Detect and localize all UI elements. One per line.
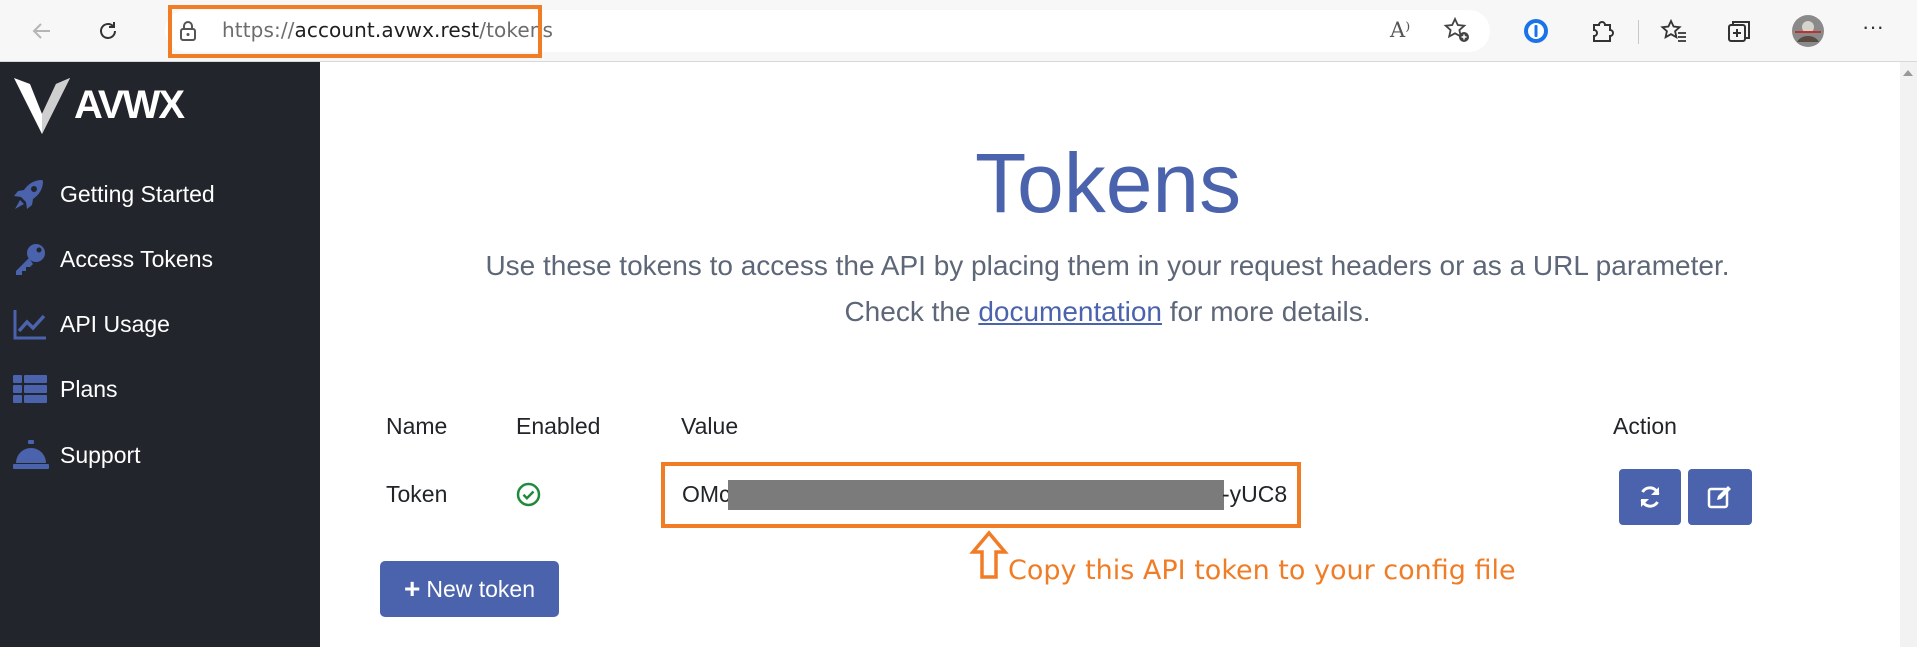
enabled-check-icon bbox=[516, 482, 541, 507]
avwx-logo[interactable]: AVWX bbox=[12, 70, 192, 149]
extensions-icon[interactable] bbox=[1588, 17, 1616, 45]
page-title: Tokens bbox=[975, 136, 1242, 230]
rocket-icon bbox=[12, 176, 52, 212]
description-text: Check the bbox=[844, 296, 979, 327]
sidebar-item-support[interactable]: Support bbox=[12, 435, 141, 475]
sidebar-item-getting-started[interactable]: Getting Started bbox=[12, 174, 215, 214]
logo-text: AVWX bbox=[74, 83, 185, 127]
plus-icon: + bbox=[403, 573, 421, 604]
back-button[interactable] bbox=[24, 13, 60, 49]
sidebar-item-label: Plans bbox=[60, 375, 118, 402]
arrow-up-icon bbox=[969, 530, 1009, 579]
scroll-up-arrow[interactable] bbox=[1903, 70, 1913, 76]
refresh-icon bbox=[100, 22, 116, 39]
toolbar-separator bbox=[1638, 20, 1639, 44]
sidebar: AVWX Getting Started Access Tokens API U… bbox=[0, 62, 320, 647]
sync-icon bbox=[1640, 486, 1660, 508]
token-name: Token bbox=[386, 481, 448, 507]
list-icon bbox=[12, 371, 52, 407]
edit-icon bbox=[1707, 486, 1731, 509]
avwx-logo-icon: AVWX bbox=[14, 78, 187, 134]
page-description: Use these tokens to access the API by pl… bbox=[485, 250, 1730, 281]
sidebar-item-plans[interactable]: Plans bbox=[12, 369, 118, 409]
password-manager-icon[interactable] bbox=[1522, 17, 1550, 45]
token-value-start[interactable]: OMc bbox=[682, 481, 731, 508]
read-aloud-icon[interactable]: A⁾ bbox=[1390, 18, 1410, 42]
profile-avatar-icon[interactable] bbox=[1791, 14, 1825, 48]
page-description-links: Check the documentation for more details… bbox=[0, 296, 1917, 328]
column-header-value: Value bbox=[681, 413, 739, 439]
page-scrollbar[interactable] bbox=[1900, 62, 1917, 647]
description-text: for more details. bbox=[1162, 296, 1371, 327]
column-header-enabled: Enabled bbox=[516, 413, 601, 439]
favorites-icon[interactable] bbox=[1660, 17, 1688, 45]
browser-toolbar: https://account.avwx.rest/tokens A⁾ ··· bbox=[0, 0, 1917, 62]
collections-icon[interactable] bbox=[1725, 17, 1753, 45]
sidebar-item-label: Support bbox=[60, 441, 141, 468]
url-highlight-box bbox=[168, 5, 542, 58]
new-token-button[interactable]: + New token bbox=[380, 561, 559, 617]
refresh-button[interactable] bbox=[90, 13, 126, 49]
refresh-token-button[interactable] bbox=[1619, 469, 1681, 525]
favorite-add-icon[interactable] bbox=[1443, 16, 1471, 44]
documentation-link[interactable]: documentation bbox=[978, 296, 1162, 327]
column-header-action: Action bbox=[1613, 413, 1677, 439]
sidebar-item-label: Getting Started bbox=[60, 180, 215, 207]
annotation-text: Copy this API token to your config file bbox=[1008, 555, 1516, 586]
token-value-redaction bbox=[728, 480, 1224, 510]
token-value-end[interactable]: -yUC8 bbox=[1222, 481, 1287, 508]
edit-token-button[interactable] bbox=[1688, 469, 1752, 525]
concierge-bell-icon bbox=[12, 437, 52, 473]
more-menu-icon[interactable]: ··· bbox=[1862, 14, 1884, 40]
column-header-name: Name bbox=[386, 413, 448, 439]
new-token-label: New token bbox=[426, 575, 536, 602]
arrow-left-icon bbox=[32, 23, 50, 39]
